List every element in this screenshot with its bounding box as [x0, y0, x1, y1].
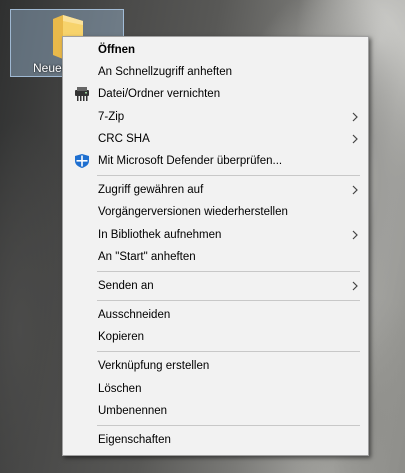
menu-item[interactable]: Verknüpfung erstellen [63, 355, 368, 377]
menu-item[interactable]: Umbenennen [63, 400, 368, 422]
chevron-right-icon [352, 230, 358, 239]
menu-item[interactable]: Öffnen [63, 39, 368, 61]
menu-item[interactable]: Datei/Ordner vernichten [63, 83, 368, 105]
menu-item-label: Öffnen [98, 44, 136, 56]
menu-separator [97, 351, 360, 353]
menu-item[interactable]: An Schnellzugriff anheften [63, 61, 368, 83]
chevron-right-icon [352, 134, 358, 144]
menu-item[interactable]: In Bibliothek aufnehmen [63, 224, 368, 246]
menu-item-label: 7-Zip [98, 110, 125, 123]
menu-item-label: Ausschneiden [98, 309, 171, 322]
menu-item-label: Senden an [98, 279, 154, 292]
menu-item-label: Löschen [98, 382, 142, 395]
menu-item-label: Vorgängerversionen wiederherstellen [98, 206, 288, 219]
chevron-right-icon [352, 112, 358, 121]
menu-item-label: Mit Microsoft Defender überprüfen... [98, 154, 283, 167]
menu-item[interactable]: Eigenschaften [63, 429, 368, 451]
menu-separator [97, 300, 360, 302]
menu-item[interactable]: Kopieren [63, 326, 368, 348]
menu-item[interactable]: Löschen [63, 378, 368, 400]
menu-item-label: Eigenschaften [98, 434, 171, 446]
chevron-right-icon [352, 281, 358, 291]
menu-separator [97, 425, 360, 426]
menu-item[interactable]: Vorgängerversionen wiederherstellen [63, 201, 368, 223]
menu-item-label: Kopieren [98, 331, 145, 344]
menu-item-label: Datei/Ordner vernichten [98, 88, 221, 101]
menu-item[interactable]: CRC SHA [63, 128, 368, 150]
menu-item[interactable]: Mit Microsoft Defender überprüfen... [63, 150, 368, 172]
menu-separator [97, 270, 360, 272]
menu-item-label: Umbenennen [98, 404, 168, 417]
context-menu: Öffnen An Schnellzugriff anheften Datei/Or… [62, 36, 369, 456]
menu-item-label: In Bibliothek aufnehmen [98, 228, 222, 241]
defender-shield-icon [75, 153, 89, 168]
shredder-icon [75, 87, 89, 102]
menu-item[interactable]: Zugriff gewähren auf [63, 179, 368, 201]
menu-item-label: An "Start" anheften [98, 250, 196, 263]
chevron-right-icon [352, 185, 358, 195]
menu-item-label: Verknüpfung erstellen [98, 360, 210, 373]
menu-item[interactable]: Ausschneiden [63, 304, 368, 326]
menu-separator [97, 175, 360, 177]
menu-item-label: Zugriff gewähren auf [98, 184, 204, 197]
menu-item[interactable]: An "Start" anheften [63, 246, 368, 268]
menu-item-label: CRC SHA [98, 132, 150, 145]
menu-item[interactable]: 7-Zip [63, 106, 368, 128]
menu-item[interactable]: Senden an [63, 275, 368, 297]
menu-item-label: An Schnellzugriff anheften [98, 66, 233, 79]
